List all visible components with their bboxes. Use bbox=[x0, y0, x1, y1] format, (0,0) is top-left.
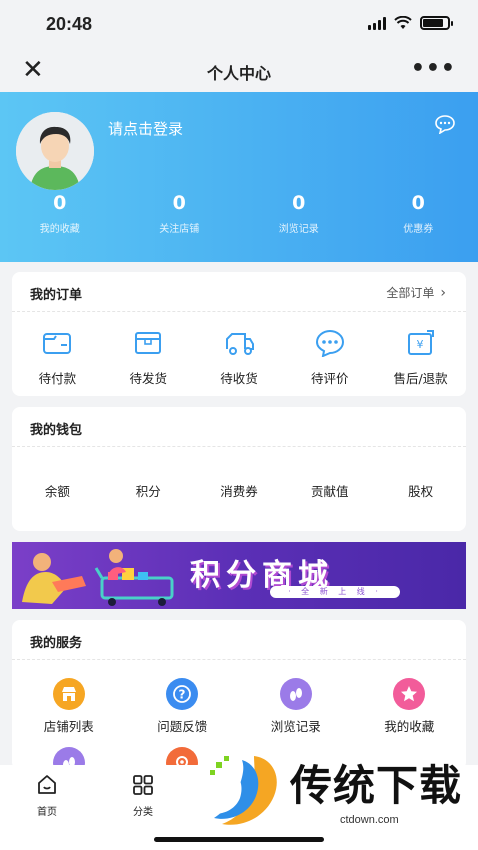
battery-icon bbox=[420, 16, 453, 30]
store-icon bbox=[52, 678, 85, 710]
order-label: 售后/退款 bbox=[393, 371, 448, 386]
service-shop-list[interactable]: 店铺列表 bbox=[12, 678, 126, 735]
status-time: 20:48 bbox=[46, 14, 93, 34]
all-orders-label: 全部订单 bbox=[386, 286, 435, 300]
wallet-vouchers[interactable]: 消费券 bbox=[194, 481, 285, 500]
orders-title: 我的订单 bbox=[30, 288, 83, 303]
stat-label: 关注店铺 bbox=[159, 224, 200, 235]
wallet-title: 我的钱包 bbox=[30, 423, 83, 438]
comment-icon bbox=[284, 328, 375, 358]
stats-row: 0 我的收藏 0 关注店铺 0 浏览记录 0 优惠券 bbox=[0, 190, 478, 235]
shopping-cart-illustration bbox=[22, 549, 174, 606]
watermark-url: ctdown.com bbox=[340, 814, 399, 826]
wallet-header: 我的钱包 bbox=[12, 407, 466, 447]
svg-text:?: ? bbox=[179, 688, 186, 702]
service-label: 浏览记录 bbox=[270, 719, 321, 734]
order-after-sales[interactable]: ¥ 售后/退款 bbox=[375, 328, 466, 387]
points-mall-banner[interactable]: 积分商城 · 全 新 上 线 · bbox=[12, 542, 466, 609]
chevron-right-icon: › bbox=[440, 285, 446, 301]
watermark-logo bbox=[210, 756, 277, 825]
tab-label: 首页 bbox=[37, 807, 57, 818]
page-title: 个人中心 bbox=[206, 64, 271, 83]
svg-text:¥: ¥ bbox=[416, 338, 423, 351]
home-indicator bbox=[154, 837, 324, 842]
nav-bar: ✕ 个人中心 ••• bbox=[0, 50, 478, 92]
services-header: 我的服务 bbox=[12, 620, 466, 660]
tab-label: 分类 bbox=[133, 807, 153, 818]
watermark: 传统下载 ctdown.com bbox=[200, 748, 470, 840]
login-prompt[interactable]: 请点击登录 bbox=[108, 118, 183, 139]
avatar[interactable] bbox=[16, 112, 94, 190]
profile-header: 请点击登录 0 我的收藏 0 关注店铺 0 浏览记录 0 优惠券 bbox=[0, 92, 478, 262]
order-label: 待评价 bbox=[311, 371, 349, 386]
service-feedback[interactable]: ? 问题反馈 bbox=[126, 678, 240, 735]
services-title: 我的服务 bbox=[30, 636, 83, 651]
order-label: 待付款 bbox=[38, 371, 77, 386]
tab-home[interactable]: 首页 bbox=[12, 773, 82, 818]
tab-category[interactable]: 分类 bbox=[108, 773, 178, 818]
service-history[interactable]: 浏览记录 bbox=[239, 678, 353, 735]
wallet-contribution[interactable]: 贡献值 bbox=[284, 481, 375, 500]
stat-history[interactable]: 0 浏览记录 bbox=[239, 190, 359, 235]
order-status-row: 待付款 待发货 待收货 待评价 ¥ 售后/退款 bbox=[12, 312, 466, 387]
wallet-balance[interactable]: 余额 bbox=[12, 481, 103, 500]
stat-value: 0 bbox=[411, 192, 425, 214]
wallet-icon bbox=[12, 328, 103, 358]
orders-header: 我的订单 全部订单 › bbox=[12, 272, 466, 312]
refund-icon: ¥ bbox=[375, 328, 466, 358]
service-label: 问题反馈 bbox=[157, 719, 208, 734]
stat-label: 优惠券 bbox=[403, 224, 434, 235]
battery-level bbox=[423, 19, 444, 27]
message-icon[interactable] bbox=[434, 114, 456, 138]
wallet-equity[interactable]: 股权 bbox=[375, 481, 466, 500]
more-icon[interactable]: ••• bbox=[411, 56, 456, 81]
stat-favorites[interactable]: 0 我的收藏 bbox=[0, 190, 120, 235]
footprint-icon bbox=[279, 678, 312, 710]
service-label: 店铺列表 bbox=[43, 719, 94, 734]
order-pending-payment[interactable]: 待付款 bbox=[12, 328, 103, 387]
wallet-row: 余额 积分 消费券 贡献值 股权 bbox=[12, 447, 466, 500]
category-icon bbox=[133, 775, 153, 795]
services-row: 店铺列表 ? 问题反馈 浏览记录 我的收藏 bbox=[12, 660, 466, 735]
all-orders-link[interactable]: 全部订单 › bbox=[386, 284, 446, 301]
wallet-points[interactable]: 积分 bbox=[103, 481, 194, 500]
home-icon bbox=[38, 775, 56, 794]
question-icon: ? bbox=[166, 678, 199, 710]
stat-followed-shops[interactable]: 0 关注店铺 bbox=[120, 190, 240, 235]
avatar-illustration bbox=[16, 112, 94, 190]
order-to-ship[interactable]: 待发货 bbox=[103, 328, 194, 387]
order-label: 待发货 bbox=[129, 371, 167, 386]
order-to-receive[interactable]: 待收货 bbox=[194, 328, 285, 387]
banner-subtitle: · 全 新 上 线 · bbox=[270, 586, 400, 598]
box-icon bbox=[103, 328, 194, 358]
signal-icon bbox=[368, 16, 386, 30]
orders-card: 我的订单 全部订单 › 待付款 待发货 待收货 待评价 ¥ 售后/退款 bbox=[12, 272, 466, 396]
stat-value: 0 bbox=[172, 192, 186, 214]
service-favorites[interactable]: 我的收藏 bbox=[353, 678, 467, 735]
service-label: 我的收藏 bbox=[384, 719, 435, 734]
star-icon bbox=[393, 678, 426, 710]
status-bar: 20:48 bbox=[0, 0, 478, 50]
status-icons bbox=[368, 16, 453, 30]
stat-value: 0 bbox=[292, 192, 306, 214]
stat-label: 我的收藏 bbox=[39, 224, 80, 235]
order-label: 待收货 bbox=[220, 371, 258, 386]
stat-label: 浏览记录 bbox=[278, 224, 319, 235]
wallet-card: 我的钱包 余额 积分 消费券 贡献值 股权 bbox=[12, 407, 466, 531]
stat-value: 0 bbox=[53, 192, 67, 214]
stat-coupons[interactable]: 0 优惠券 bbox=[359, 190, 478, 235]
order-to-review[interactable]: 待评价 bbox=[284, 328, 375, 387]
wifi-icon bbox=[394, 16, 412, 29]
truck-icon bbox=[194, 328, 285, 358]
watermark-text: 传统下载 bbox=[290, 761, 463, 810]
